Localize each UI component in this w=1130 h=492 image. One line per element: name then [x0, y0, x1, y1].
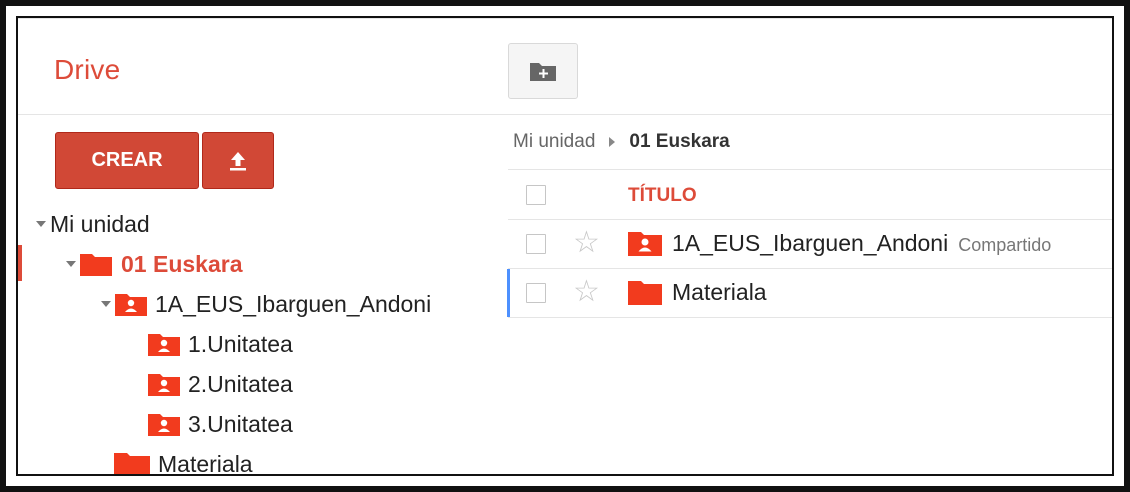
- breadcrumb-separator-icon: [609, 137, 616, 147]
- breadcrumb-divider: [508, 169, 1112, 170]
- tree-item-label: 01 Euskara: [121, 250, 243, 277]
- tree-item-mi-unidad[interactable]: Mi unidad: [36, 209, 150, 239]
- file-row[interactable]: ☆ 1A_EUS_Ibarguen_Andoni Compartido: [508, 220, 1112, 269]
- tree-item-label: 1A_EUS_Ibarguen_Andoni: [155, 290, 432, 317]
- upload-arrow-icon: [230, 151, 246, 170]
- window-frame: Drive CREAR Mi unidad 01 Euskara 1A_EUS_…: [0, 0, 1130, 492]
- folder-icon: [114, 453, 150, 474]
- tree-item-label: 1.Unitatea: [188, 330, 293, 357]
- upload-button[interactable]: [202, 132, 274, 189]
- expand-arrow-icon[interactable]: [66, 261, 76, 267]
- new-folder-button[interactable]: [508, 43, 578, 99]
- drive-app: Drive CREAR Mi unidad 01 Euskara 1A_EUS_…: [16, 16, 1114, 476]
- row-checkbox[interactable]: [526, 234, 546, 254]
- create-button[interactable]: CREAR: [55, 132, 199, 189]
- shared-folder-icon: [148, 414, 180, 436]
- star-icon[interactable]: ☆: [573, 228, 600, 258]
- tree-item-01-euskara[interactable]: 01 Euskara: [66, 249, 242, 279]
- tree-item-label: 3.Unitatea: [188, 410, 293, 437]
- header-divider: [18, 114, 1112, 115]
- select-all-checkbox[interactable]: [526, 185, 546, 205]
- folder-icon: [628, 281, 662, 305]
- tree-item-3-unitatea[interactable]: 3.Unitatea: [148, 409, 293, 439]
- top-divider: [18, 18, 1112, 19]
- shared-folder-icon: [148, 374, 180, 396]
- file-name-text: Materiala: [672, 279, 767, 305]
- file-name-text: 1A_EUS_Ibarguen_Andoni: [672, 230, 949, 256]
- file-name[interactable]: Materiala: [672, 279, 767, 306]
- tree-item-1a-eus-ibarguen-andoni[interactable]: 1A_EUS_Ibarguen_Andoni: [101, 289, 431, 319]
- tree-item-materiala[interactable]: Materiala: [114, 449, 253, 476]
- expand-arrow-icon[interactable]: [36, 221, 46, 227]
- folder-plus-icon: [530, 63, 556, 81]
- tree-item-1-unitatea[interactable]: 1.Unitatea: [148, 329, 293, 359]
- drive-logo[interactable]: Drive: [54, 54, 120, 86]
- title-column-header[interactable]: TÍTULO: [628, 185, 697, 207]
- shared-folder-icon: [148, 334, 180, 356]
- breadcrumb-root[interactable]: Mi unidad: [513, 131, 595, 153]
- file-name[interactable]: 1A_EUS_Ibarguen_Andoni Compartido: [672, 230, 1051, 257]
- tree-item-label: Mi unidad: [50, 210, 150, 237]
- breadcrumb-current[interactable]: 01 Euskara: [629, 131, 729, 153]
- expand-arrow-icon[interactable]: [101, 301, 111, 307]
- shared-folder-icon: [628, 232, 662, 256]
- active-item-indicator: [18, 245, 22, 281]
- row-checkbox[interactable]: [526, 283, 546, 303]
- breadcrumb: Mi unidad 01 Euskara: [513, 131, 730, 153]
- shared-badge: Compartido: [958, 235, 1052, 255]
- row-focus-indicator: [507, 269, 510, 317]
- folder-icon: [80, 254, 112, 276]
- tree-item-label: Materiala: [158, 450, 253, 476]
- list-header: TÍTULO: [508, 171, 1112, 220]
- shared-folder-icon: [115, 294, 147, 316]
- star-icon[interactable]: ☆: [573, 277, 600, 307]
- tree-item-2-unitatea[interactable]: 2.Unitatea: [148, 369, 293, 399]
- tree-item-label: 2.Unitatea: [188, 370, 293, 397]
- file-row[interactable]: ☆ Materiala: [507, 269, 1112, 318]
